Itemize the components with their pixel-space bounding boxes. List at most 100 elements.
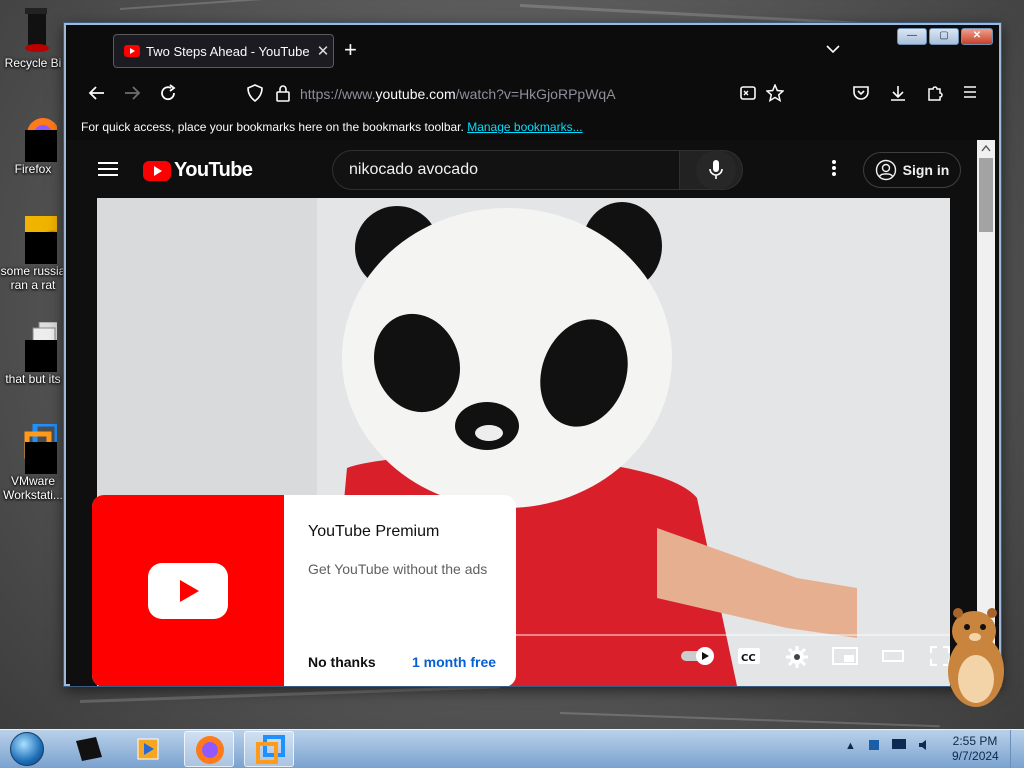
site-info-button[interactable] bbox=[275, 84, 291, 105]
url-path: /watch?v=HkGjoRPpWqA bbox=[455, 86, 616, 102]
tab-youtube[interactable]: Two Steps Ahead - YouTube ✕ bbox=[113, 34, 334, 68]
desktop-icon-firefox[interactable]: Firefox bbox=[0, 112, 66, 176]
download-icon bbox=[891, 86, 905, 101]
start-button[interactable] bbox=[4, 730, 50, 768]
autoplay-toggle[interactable] bbox=[681, 646, 717, 671]
one-month-free-button[interactable]: 1 month free bbox=[412, 654, 496, 670]
shield-icon bbox=[247, 84, 263, 103]
url-prefix: https://www. bbox=[300, 86, 376, 102]
browser-window: Two Steps Ahead - YouTube ✕ + — ▢ ✕ http… bbox=[64, 23, 1001, 686]
network-icon[interactable] bbox=[867, 738, 881, 752]
settings-button[interactable] bbox=[786, 646, 808, 673]
nav-toolbar: https://www.youtube.com/watch?v=HkGjoRPp… bbox=[66, 76, 999, 112]
theater-mode-button[interactable] bbox=[882, 646, 904, 671]
url-bar[interactable]: https://www.youtube.com/watch?v=HkGjoRPp… bbox=[300, 86, 616, 102]
back-button[interactable] bbox=[88, 84, 106, 105]
theater-icon bbox=[882, 650, 904, 662]
youtube-logo-text: YouTube bbox=[174, 159, 253, 181]
desktop-icon-label: some russia ran a rat bbox=[0, 264, 66, 292]
manage-bookmarks-link[interactable]: Manage bookmarks... bbox=[467, 120, 582, 134]
microphone-icon bbox=[709, 160, 723, 179]
tracking-protection-button[interactable] bbox=[246, 84, 264, 105]
list-all-tabs-button[interactable] bbox=[826, 41, 840, 57]
lock-icon bbox=[276, 85, 290, 102]
maximize-button[interactable]: ▢ bbox=[929, 28, 959, 45]
premium-title: YouTube Premium bbox=[308, 523, 440, 540]
autoplay-icon bbox=[681, 647, 714, 665]
taskbar-item-cmd[interactable] bbox=[64, 731, 114, 767]
pocket-icon bbox=[853, 86, 869, 100]
system-clock[interactable]: 2:55 PM 9/7/2024 bbox=[952, 734, 999, 764]
back-arrow-icon bbox=[88, 86, 104, 100]
pocket-button[interactable] bbox=[852, 84, 870, 105]
desktop-icon-label: Recycle Bi bbox=[4, 56, 62, 70]
miniplayer-button[interactable] bbox=[832, 646, 858, 671]
minimize-button[interactable]: — bbox=[897, 28, 927, 45]
taskbar-item-media-player[interactable] bbox=[124, 731, 174, 767]
no-thanks-button[interactable]: No thanks bbox=[308, 654, 376, 670]
scroll-up-arrow-icon bbox=[981, 144, 991, 152]
miniplayer-icon bbox=[832, 647, 858, 665]
extensions-button[interactable] bbox=[926, 84, 944, 105]
system-tray: ▲ bbox=[845, 739, 926, 752]
media-player-icon bbox=[137, 738, 159, 760]
bookmarks-toolbar: For quick access, place your bookmarks h… bbox=[66, 112, 999, 140]
tab-close-button[interactable]: ✕ bbox=[313, 42, 333, 60]
downloads-button[interactable] bbox=[889, 84, 907, 105]
taskbar: ▲ 2:55 PM 9/7/2024 bbox=[0, 729, 1024, 768]
hamster-desktop-pet bbox=[940, 605, 1010, 709]
copy-icon bbox=[9, 321, 62, 372]
desktop-icon-recycle-bin[interactable]: Recycle Bi bbox=[0, 6, 66, 70]
show-desktop-button[interactable] bbox=[1010, 730, 1024, 768]
desktop-texture bbox=[559, 712, 940, 728]
account-icon bbox=[875, 159, 896, 181]
youtube-logo[interactable]: YouTube bbox=[143, 159, 253, 182]
guide-menu-button[interactable] bbox=[98, 162, 118, 176]
tab-title: Two Steps Ahead - YouTube bbox=[146, 43, 310, 59]
text-file-icon: e bbox=[9, 214, 60, 264]
translate-button[interactable] bbox=[739, 84, 757, 105]
youtube-premium-promo: YouTube Premium Get YouTube without the … bbox=[92, 495, 516, 686]
star-icon bbox=[765, 83, 785, 103]
forward-button[interactable] bbox=[123, 84, 141, 105]
desktop-icon-copy[interactable]: that but its bbox=[0, 321, 66, 386]
youtube-header: YouTube nikocado avocado Sign in bbox=[70, 140, 977, 198]
speaker-icon[interactable] bbox=[917, 738, 931, 752]
desktop-icon-label: Firefox bbox=[14, 162, 52, 176]
chevron-down-icon bbox=[826, 45, 840, 54]
clock-date: 9/7/2024 bbox=[952, 749, 999, 763]
settings-kebab-button[interactable] bbox=[831, 159, 837, 181]
premium-subtitle: Get YouTube without the ads bbox=[308, 561, 488, 577]
recycle-bin-icon bbox=[9, 6, 57, 54]
clock-time: 2:55 PM bbox=[952, 734, 998, 748]
url-host: youtube.com bbox=[375, 86, 456, 102]
forward-arrow-icon bbox=[125, 86, 141, 100]
firefox-icon bbox=[196, 736, 224, 764]
scrollbar-thumb[interactable] bbox=[979, 158, 993, 232]
captions-button[interactable]: CC bbox=[737, 646, 761, 671]
desktop-icon-label: VMware Workstati... bbox=[3, 474, 63, 502]
reload-button[interactable] bbox=[159, 84, 177, 105]
monitor-icon[interactable] bbox=[891, 738, 907, 752]
search-input[interactable]: nikocado avocado bbox=[332, 150, 680, 190]
windows-orb-icon bbox=[10, 732, 44, 766]
more-vert-icon bbox=[832, 160, 836, 176]
desktop-icon-text-file[interactable]: e some russia ran a rat bbox=[0, 214, 66, 292]
taskbar-item-firefox[interactable] bbox=[184, 731, 234, 767]
desktop-icon-vmware[interactable]: VMware Workstati... bbox=[0, 421, 66, 502]
desktop-texture bbox=[79, 685, 500, 703]
vmware-icon bbox=[256, 735, 285, 764]
voice-search-button[interactable] bbox=[696, 150, 736, 190]
sign-in-button[interactable]: Sign in bbox=[863, 152, 961, 188]
app-menu-button[interactable] bbox=[962, 84, 978, 103]
close-window-button[interactable]: ✕ bbox=[961, 28, 993, 45]
new-tab-button[interactable]: + bbox=[344, 39, 357, 61]
bookmark-star-button[interactable] bbox=[765, 83, 785, 105]
youtube-favicon-icon bbox=[124, 45, 140, 57]
page-content: YouTube nikocado avocado Sign in CC YouT… bbox=[70, 140, 977, 686]
taskbar-item-vmware[interactable] bbox=[244, 731, 294, 767]
desktop-icon-label: that but its bbox=[5, 372, 61, 386]
show-hidden-icons-button[interactable]: ▲ bbox=[845, 740, 856, 752]
firefox-icon bbox=[9, 112, 59, 162]
desktop-texture bbox=[119, 0, 420, 10]
